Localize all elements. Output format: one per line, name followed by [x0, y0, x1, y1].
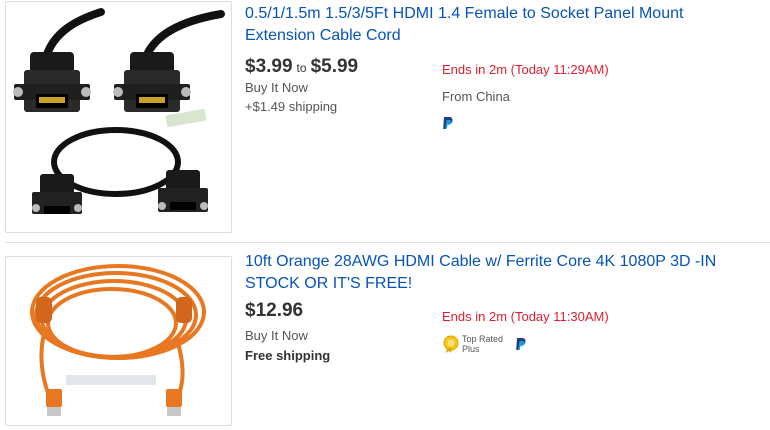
top-rated-plus-badge: Top Rated Plus: [442, 333, 512, 355]
price-to-label: to: [296, 61, 307, 75]
hdmi-panel-mount-cable-image: [13, 8, 225, 214]
listing-format: Buy It Now: [245, 328, 308, 343]
orange-hdmi-cable-image: [30, 264, 206, 416]
item-title-link[interactable]: 10ft Orange 28AWG HDMI Cable w/ Ferrite …: [245, 251, 745, 295]
price-high: $5.99: [310, 56, 359, 77]
result-divider: [5, 242, 770, 243]
item-thumbnail[interactable]: [5, 1, 232, 233]
price-low: $3.99: [245, 56, 293, 77]
item-price-range: $3.99 to $5.99: [245, 56, 358, 78]
top-rated-seal-icon: [443, 335, 459, 353]
search-result-item: 10ft Orange 28AWG HDMI Cable w/ Ferrite …: [0, 249, 770, 430]
shipping-cost: +$1.49 shipping: [245, 99, 338, 114]
time-left: Ends in 2m (Today 11:30AM): [442, 309, 609, 324]
top-rated-plus-label: Top Rated Plus: [462, 334, 504, 354]
item-location: From China: [442, 89, 510, 104]
search-result-item: 0.5/1/1.5m 1.5/3/5Ft HDMI 1.4 Female to …: [0, 0, 770, 240]
time-left: Ends in 2m (Today 11:29AM): [442, 62, 609, 77]
item-title-link[interactable]: 0.5/1/1.5m 1.5/3/5Ft HDMI 1.4 Female to …: [245, 3, 745, 47]
item-thumbnail[interactable]: [5, 256, 232, 426]
item-price: $12.96: [245, 300, 304, 321]
listing-format: Buy It Now: [245, 80, 308, 95]
paypal-icon: [516, 338, 526, 350]
shipping-cost: Free shipping: [245, 348, 331, 363]
paypal-icon: [443, 117, 453, 129]
